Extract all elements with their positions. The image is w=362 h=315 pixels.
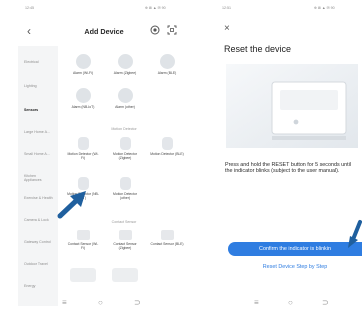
section-title-motion: Motion Detector xyxy=(111,127,137,131)
device-label: Motion Detector (Zigbee) xyxy=(113,152,137,160)
pointer-arrow-icon xyxy=(57,191,86,219)
sidebar-item-outdoor[interactable]: Outdoor Travel xyxy=(24,262,54,266)
device-label: Alarm (BLE) xyxy=(157,71,177,75)
sidebar-item-large-home[interactable]: Large Home A... xyxy=(24,130,54,134)
reset-step-by-step-link[interactable]: Reset Device Step by Step xyxy=(228,264,362,270)
nav-home-icon[interactable]: ○ xyxy=(288,298,293,308)
alarm-device-image xyxy=(159,54,175,69)
contact-sensor-image xyxy=(76,230,90,240)
motion-detector-image xyxy=(119,137,131,150)
device-label: Motion Detector (other) xyxy=(113,192,137,200)
motion-detector-image xyxy=(119,177,131,190)
device-label: Contact Sensor (Zigbee) xyxy=(113,242,137,250)
qr-scan-icon[interactable] xyxy=(167,25,177,35)
instruction-text: Press and hold the RESET button for 5 se… xyxy=(225,162,352,175)
device-label: Contact Sensor (Wi-Fi) xyxy=(67,242,99,250)
device-label: Alarm (Zigbee) xyxy=(113,71,137,75)
device-tile[interactable]: Contact Sensor (Wi-Fi) xyxy=(66,230,100,250)
status-time: 12:51 xyxy=(222,6,231,10)
status-icons: ⊕ ⊠ ▲ ✉ 90 xyxy=(314,6,335,10)
scan-target-icon[interactable] xyxy=(150,25,160,35)
device-tile[interactable]: Alarm (NB-IoT) xyxy=(66,88,100,109)
nav-menu-icon[interactable]: ≡ xyxy=(254,298,259,308)
device-tile[interactable]: Motion Detector (other) xyxy=(108,177,142,200)
sidebar-item-gateway[interactable]: Gateway Control xyxy=(24,240,54,244)
alarm-device-image xyxy=(75,88,91,103)
page-title: Add Device xyxy=(84,27,124,36)
sidebar-item-small-home[interactable]: Small Home A... xyxy=(24,152,54,156)
device-label: Contact Sensor (BLE) xyxy=(150,242,184,246)
alarm-device-image xyxy=(117,54,133,69)
sidebar-item-kitchen[interactable]: Kitchen Appliances xyxy=(24,174,54,182)
confirm-blinking-button[interactable]: Confirm the indicator is blinkin xyxy=(228,242,362,256)
pointer-arrow-icon xyxy=(348,220,362,248)
sidebar-item-energy[interactable]: Energy xyxy=(24,284,54,288)
sidebar-item-electrical[interactable]: Electrical xyxy=(24,60,54,64)
device-label: Alarm (Wi-Fi) xyxy=(73,71,93,75)
nav-back-icon[interactable]: ⊃ xyxy=(322,298,329,308)
nav-back-icon[interactable]: ⊃ xyxy=(134,298,141,308)
status-icons: ⊕ ⊠ ▲ ✉ 90 xyxy=(145,6,166,10)
device-label: Alarm (NB-IoT) xyxy=(71,105,95,109)
add-device-screen: 12:45 ⊕ ⊠ ▲ ✉ 90 ‹ Add Device Electrical… xyxy=(18,2,190,312)
reset-device-screen: 12:51 ⊕ ⊠ ▲ ✉ 90 × Reset the device Pres… xyxy=(216,2,362,312)
sensor-device-illustration xyxy=(226,64,358,148)
section-title-contact: Contact Sensor xyxy=(111,220,137,224)
device-label: Motion Detector (Wi-Fi) xyxy=(67,152,99,160)
alarm-device-image xyxy=(117,88,133,103)
device-tile[interactable]: Alarm (BLE) xyxy=(150,54,184,75)
device-label: Alarm (other) xyxy=(115,105,135,109)
device-image-partial xyxy=(70,268,96,282)
device-image-partial xyxy=(112,268,138,282)
device-tile[interactable]: Contact Sensor (BLE) xyxy=(150,230,184,246)
page-title: Reset the device xyxy=(224,44,292,54)
device-label: Motion Detector (BLE) xyxy=(150,152,184,156)
sidebar-item-lighting[interactable]: Lighting xyxy=(24,84,54,88)
sidebar-item-sensors[interactable]: Sensors xyxy=(18,105,58,119)
motion-detector-image xyxy=(77,137,89,150)
device-tile[interactable]: Alarm (Zigbee) xyxy=(108,54,142,75)
nav-home-icon[interactable]: ○ xyxy=(98,298,103,308)
device-tile[interactable]: Motion Detector (Wi-Fi) xyxy=(66,137,100,160)
contact-sensor-image xyxy=(160,230,174,240)
close-icon[interactable]: × xyxy=(224,24,230,34)
alarm-device-image xyxy=(75,54,91,69)
contact-sensor-image xyxy=(118,230,132,240)
nav-menu-icon[interactable]: ≡ xyxy=(62,298,67,308)
sidebar-item-exercise[interactable]: Exercise & Health xyxy=(24,196,54,200)
motion-detector-image xyxy=(161,137,173,150)
status-time: 12:45 xyxy=(25,6,34,10)
sidebar-item-camera-lock[interactable]: Camera & Lock xyxy=(24,218,54,222)
category-sidebar: Electrical Lighting Sensors Large Home A… xyxy=(18,46,58,306)
device-tile[interactable]: Alarm (other) xyxy=(108,88,142,109)
device-tile[interactable]: Contact Sensor (Zigbee) xyxy=(108,230,142,250)
device-tile[interactable]: Motion Detector (Zigbee) xyxy=(108,137,142,160)
device-tile[interactable]: Motion Detector (BLE) xyxy=(150,137,184,156)
device-tile[interactable]: Alarm (Wi-Fi) xyxy=(66,54,100,75)
